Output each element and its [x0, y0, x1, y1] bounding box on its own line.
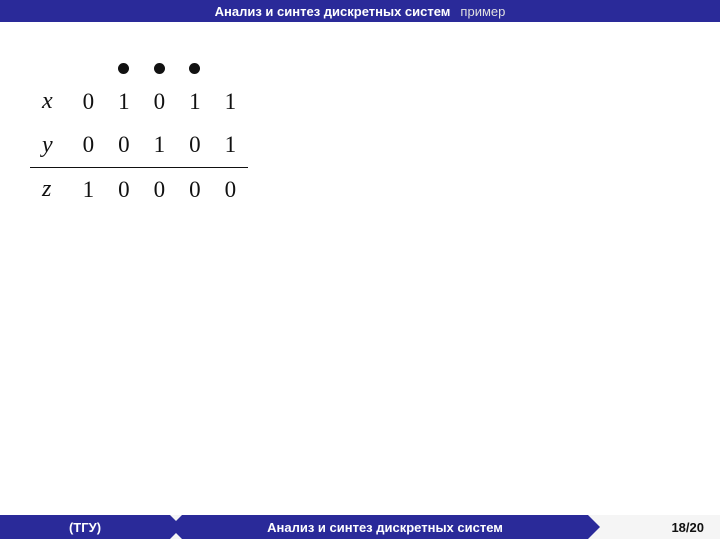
footer-institute: (ТГУ) [0, 515, 170, 539]
cell: 0 [71, 124, 107, 168]
header-title: Анализ и синтез дискретных систем [215, 4, 451, 19]
page-current: 18 [671, 520, 685, 535]
cell: 0 [177, 168, 213, 212]
cell: 0 [106, 168, 142, 212]
header-bar: Анализ и синтез дискретных систем пример [0, 0, 720, 22]
var-label: y [30, 124, 71, 168]
dot-row [30, 55, 248, 80]
cell: 0 [213, 168, 249, 212]
table-row: y 0 0 1 0 1 [30, 124, 248, 168]
footer-page: 18/20 [600, 515, 720, 539]
table-row: x 0 1 0 1 1 [30, 80, 248, 124]
cell: 1 [177, 80, 213, 124]
cell: 0 [177, 124, 213, 168]
cell: 0 [106, 124, 142, 168]
cell: 0 [142, 80, 178, 124]
dot-marker [106, 55, 142, 80]
dot-marker [142, 55, 178, 80]
var-label: z [30, 168, 71, 212]
cell: 0 [142, 168, 178, 212]
cell: 1 [142, 124, 178, 168]
dot-marker [177, 55, 213, 80]
truth-table: x 0 1 0 1 1 y 0 0 1 0 1 z 1 0 0 0 0 [30, 55, 248, 212]
page-total: 20 [690, 520, 704, 535]
cell: 1 [213, 124, 249, 168]
slide-content: x 0 1 0 1 1 y 0 0 1 0 1 z 1 0 0 0 0 [30, 55, 248, 212]
cell: 0 [71, 80, 107, 124]
footer-title: Анализ и синтез дискретных систем [182, 515, 588, 539]
cell: 1 [71, 168, 107, 212]
cell: 1 [213, 80, 249, 124]
var-label: x [30, 80, 71, 124]
table-row: z 1 0 0 0 0 [30, 168, 248, 212]
cell: 1 [106, 80, 142, 124]
footer-bar: (ТГУ) Анализ и синтез дискретных систем … [0, 515, 720, 539]
header-subtitle: пример [460, 4, 505, 19]
